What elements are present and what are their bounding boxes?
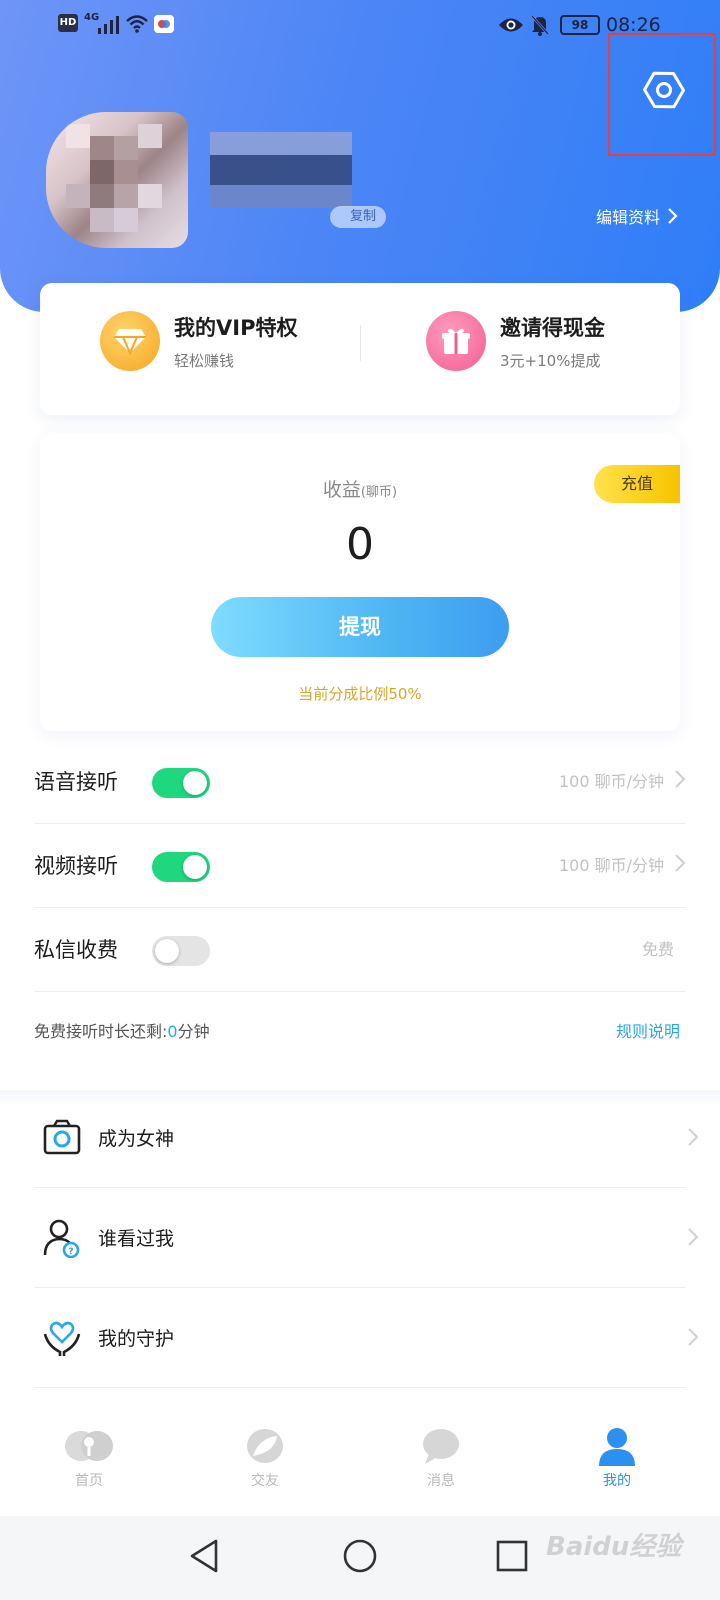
avatar-pixel	[90, 208, 114, 232]
chevron-right-icon	[675, 854, 686, 872]
invite-cash-entry[interactable]: 邀请得现金 3元+10%提成	[426, 311, 605, 371]
profile-header: HD 4G 98 08:26 复制 编辑资料	[0, 0, 720, 312]
friends-icon	[247, 1429, 283, 1463]
avatar-pixel	[114, 160, 138, 184]
svg-text:?: ?	[68, 1247, 73, 1257]
edit-profile-link[interactable]: 编辑资料	[596, 204, 678, 228]
free-time-value: 0	[167, 1022, 178, 1041]
video-price: 100 聊币/分钟	[558, 856, 664, 875]
recharge-button[interactable]: 充值	[594, 465, 680, 503]
copy-id-button[interactable]: 复制	[330, 206, 386, 228]
voice-answer-toggle[interactable]	[152, 768, 210, 798]
voice-price: 100 聊币/分钟	[558, 772, 664, 791]
toggle-knob	[155, 939, 179, 963]
message-fee-label: 私信收费	[34, 938, 118, 962]
earnings-amount: 0	[346, 519, 374, 570]
camera-icon	[43, 1119, 81, 1155]
avatar[interactable]	[46, 112, 188, 248]
visitor-icon: ?	[43, 1219, 80, 1258]
message-icon	[423, 1429, 459, 1464]
chevron-right-icon	[688, 1128, 699, 1146]
tab-mine[interactable]: 我的	[562, 1420, 672, 1504]
home-circle-icon[interactable]	[340, 1536, 380, 1576]
vip-title: 我的VIP特权	[174, 315, 298, 340]
rules-link[interactable]: 规则说明	[616, 1018, 680, 1042]
message-fee-value: 免费	[641, 940, 674, 959]
menu-item-my-guardian[interactable]: 我的守护	[34, 1288, 699, 1388]
video-answer-label: 视频接听	[34, 854, 118, 878]
tab-label: 交友	[251, 1473, 279, 1489]
menu-item-who-viewed-me[interactable]: ? 谁看过我	[34, 1188, 699, 1288]
chevron-right-icon	[668, 208, 678, 224]
app-notification-icon	[154, 15, 174, 33]
earnings-card: 收益(聊币) 0 充值 提现 当前分成比例50%	[40, 433, 680, 731]
gift-icon	[426, 311, 486, 371]
avatar-pixel	[66, 184, 90, 208]
invite-title: 邀请得现金	[500, 315, 605, 340]
avatar-pixel	[114, 136, 138, 160]
bottom-tab-bar: 首页 交友 消息 我的	[0, 1412, 720, 1516]
heart-hands-icon	[43, 1321, 81, 1356]
chevron-right-icon	[688, 1228, 699, 1246]
vip-card: 我的VIP特权 轻松赚钱 邀请得现金 3元+10%提成	[40, 283, 680, 415]
chevron-right-icon	[675, 770, 686, 788]
eye-icon	[499, 18, 523, 32]
chevron-right-icon	[688, 1328, 699, 1346]
toggle-knob	[183, 771, 207, 795]
toggle-knob	[183, 855, 207, 879]
avatar-pixel	[66, 124, 90, 148]
battery-indicator: 98	[560, 15, 600, 35]
menu-label: 我的守护	[98, 1328, 175, 1350]
video-answer-toggle[interactable]	[152, 852, 210, 882]
avatar-pixel	[114, 184, 138, 208]
mute-bell-icon	[531, 15, 549, 36]
menu-label: 谁看过我	[98, 1228, 175, 1250]
hd-badge: HD	[58, 14, 78, 32]
wifi-icon	[126, 15, 148, 33]
diamond-icon	[100, 311, 160, 371]
avatar-pixel	[114, 208, 138, 232]
menu-item-become-goddess[interactable]: 成为女神	[34, 1088, 699, 1188]
free-time-remaining: 免费接听时长还剩:0分钟	[34, 1018, 210, 1042]
vip-privilege-entry[interactable]: 我的VIP特权 轻松赚钱	[100, 311, 297, 371]
earnings-label: 收益(聊币)	[40, 475, 680, 502]
invite-subtitle: 3元+10%提成	[500, 351, 601, 370]
share-ratio-text: 当前分成比例50%	[298, 685, 422, 703]
tab-label: 消息	[427, 1473, 455, 1489]
avatar-pixel	[138, 124, 162, 148]
video-answer-row[interactable]: 视频接听 100 聊币/分钟	[34, 824, 686, 908]
back-icon[interactable]	[186, 1536, 226, 1576]
earnings-title: 收益	[322, 479, 361, 501]
avatar-pixel	[138, 184, 162, 208]
tab-home[interactable]: 首页	[34, 1420, 144, 1504]
tab-label: 我的	[603, 1473, 631, 1489]
voice-answer-label: 语音接听	[34, 770, 118, 794]
avatar-pixel	[90, 184, 114, 208]
voice-answer-row[interactable]: 语音接听 100 聊币/分钟	[34, 740, 686, 824]
free-time-suffix: 分钟	[177, 1022, 210, 1041]
avatar-pixel	[90, 160, 114, 184]
message-fee-toggle[interactable]	[152, 936, 210, 966]
vip-divider	[360, 325, 361, 361]
withdraw-button[interactable]: 提现	[211, 597, 509, 657]
settings-highlight-box	[608, 33, 716, 156]
home-icon	[65, 1431, 113, 1461]
avatar-pixel	[90, 136, 114, 160]
profile-icon	[599, 1428, 635, 1466]
watermark-logo: Baidu经验	[546, 1532, 682, 1562]
tab-label: 首页	[75, 1473, 103, 1489]
vip-subtitle: 轻松赚钱	[174, 351, 235, 370]
free-time-prefix: 免费接听时长还剩:	[34, 1022, 168, 1041]
tab-friends[interactable]: 交友	[210, 1420, 320, 1504]
message-fee-row[interactable]: 私信收费 免费	[34, 908, 686, 992]
tab-messages[interactable]: 消息	[386, 1420, 496, 1504]
earnings-unit: (聊币)	[360, 485, 398, 500]
edit-profile-label: 编辑资料	[596, 208, 661, 227]
menu-label: 成为女神	[98, 1128, 175, 1150]
signal-icon	[98, 16, 119, 34]
network-label: 4G	[84, 12, 100, 23]
recents-square-icon[interactable]	[492, 1536, 532, 1576]
username-pixelated	[210, 132, 352, 208]
